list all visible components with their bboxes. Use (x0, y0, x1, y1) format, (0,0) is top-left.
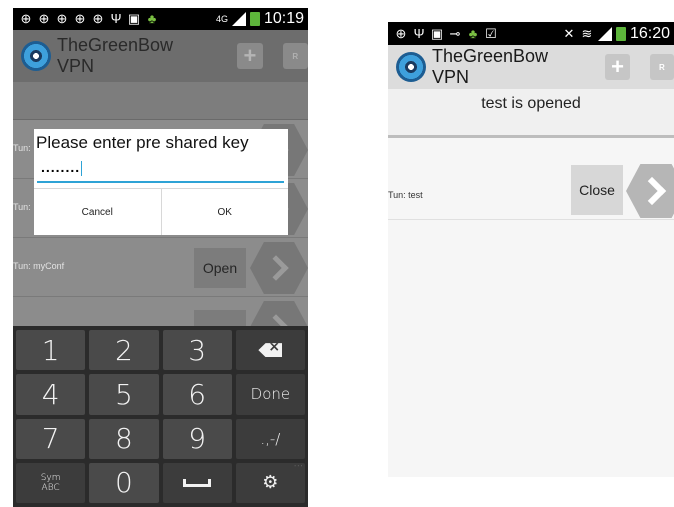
usb-icon: Ψ (413, 25, 425, 41)
globe-icon: ⊕ (74, 11, 86, 26)
psk-input-value: ........ (41, 159, 81, 175)
usb-icon: Ψ (110, 11, 122, 26)
text-caret (81, 160, 83, 176)
tunnel-label: Tun: (13, 202, 31, 212)
app-title: TheGreenBow VPN (57, 35, 174, 76)
action-bar: TheGreenBow VPN + R (13, 30, 308, 82)
clipboard-icon: ☑ (485, 25, 497, 41)
android-icon: ♣ (468, 25, 478, 41)
key-5[interactable]: 5 (89, 374, 159, 415)
key-2[interactable]: 2 (89, 330, 159, 371)
tunnel-label: Tun: (13, 143, 31, 153)
wifi-icon: ≋ (581, 25, 593, 41)
chevron-right-icon[interactable] (250, 242, 308, 294)
signal-icon (597, 26, 612, 41)
sym-label: Sym (40, 472, 61, 483)
globe-icon: ⊕ (38, 11, 50, 26)
backspace-icon (258, 343, 283, 358)
cancel-button[interactable]: Cancel (34, 189, 161, 235)
psk-input[interactable]: ........ (37, 157, 284, 183)
abc-label: ABC (41, 482, 60, 493)
add-tunnel-button[interactable]: + (237, 43, 263, 69)
key-icon: ⊸ (449, 25, 461, 41)
key-1[interactable]: 1 (16, 330, 86, 371)
gear-icon: ⚙ (262, 472, 279, 494)
status-bar: ⊕ Ψ ▣ ⊸ ♣ ☑ ✕ ≋ 16:20 (388, 22, 674, 45)
key-0[interactable]: 0 (89, 462, 159, 503)
status-strip (13, 82, 308, 120)
android-icon: ♣ (147, 11, 157, 26)
settings-key[interactable]: ⚙ ··· (235, 460, 305, 503)
battery-icon (615, 26, 626, 41)
refresh-button[interactable]: R (649, 54, 674, 80)
backspace-key[interactable] (235, 330, 305, 371)
open-button[interactable]: Open (194, 248, 246, 288)
punctuation-key[interactable]: .,-/ (235, 418, 305, 459)
signal-icon (231, 12, 246, 26)
battery-icon (249, 12, 260, 26)
more-dots-icon: ··· (293, 460, 303, 472)
action-bar: TheGreenBow VPN + R (388, 45, 674, 89)
key-4[interactable]: 4 (16, 374, 86, 415)
globe-icon: ⊕ (56, 11, 68, 26)
image-icon: ▣ (127, 11, 141, 26)
dialog-title: Please enter pre shared key (36, 133, 249, 152)
key-3[interactable]: 3 (162, 330, 232, 371)
tunnel-label: Tun: myConf (13, 261, 65, 271)
key-7[interactable]: 7 (16, 418, 86, 459)
app-title: TheGreenBow VPN (432, 46, 549, 87)
globe-icon: ⊕ (395, 25, 407, 41)
app-logo-icon (396, 52, 426, 82)
psk-dialog: Please enter pre shared key ........ Can… (34, 129, 288, 235)
globe-icon: ⊕ (92, 11, 104, 26)
right-phone-screen: ⊕ Ψ ▣ ⊸ ♣ ☑ ✕ ≋ 16:20 TheGreenBow VPN + … (388, 22, 674, 477)
network-type: 4G (215, 14, 228, 24)
key-9[interactable]: 9 (162, 418, 232, 459)
sym-key[interactable]: Sym ABC (16, 462, 86, 503)
key-6[interactable]: 6 (162, 374, 232, 415)
tunnel-label: Tun: test (388, 190, 423, 200)
ok-button[interactable]: OK (160, 189, 289, 235)
done-key[interactable]: Done (235, 374, 305, 415)
tunnel-row[interactable]: Tun: test Close (388, 162, 674, 220)
mute-icon: ✕ (563, 25, 575, 41)
numeric-keyboard: 1 2 3 4 5 6 Done 7 8 9 .,-/ Sym ABC 0 ⚙ … (13, 326, 308, 507)
tunnel-status-banner: test is opened (388, 89, 674, 138)
space-icon (183, 478, 212, 487)
tunnel-row[interactable]: Tun: myConf Open (13, 239, 308, 297)
notification-icon: ⊕ (20, 11, 32, 26)
key-8[interactable]: 8 (89, 418, 159, 459)
app-logo-icon (21, 41, 51, 71)
refresh-button[interactable]: R (282, 43, 308, 69)
add-tunnel-button[interactable]: + (605, 54, 630, 80)
status-time: 10:19 (263, 10, 304, 27)
close-button[interactable]: Close (571, 165, 623, 215)
space-key[interactable] (162, 462, 232, 503)
status-time: 16:20 (629, 24, 670, 42)
status-bar: ⊕ ⊕ ⊕ ⊕ ⊕ Ψ ▣ ♣ 4G 10:19 (13, 8, 308, 30)
image-icon: ▣ (430, 25, 444, 41)
left-phone-screen: ⊕ ⊕ ⊕ ⊕ ⊕ Ψ ▣ ♣ 4G 10:19 TheGreenBow VPN… (13, 8, 308, 507)
chevron-right-icon[interactable] (626, 164, 674, 218)
